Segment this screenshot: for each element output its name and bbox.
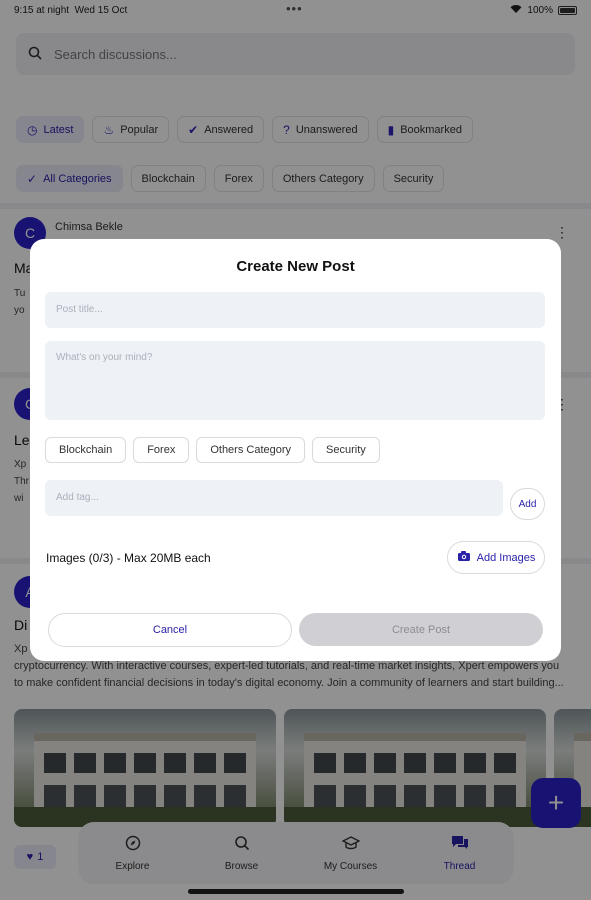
tag-suggestions: Blockchain Forex Others Category Securit… [45,437,380,463]
modal-title: Create New Post [236,258,355,275]
tag-security[interactable]: Security [312,437,380,463]
create-post-modal: Create New Post Post title... What's on … [30,239,561,661]
create-post-button[interactable]: Create Post [299,613,543,646]
add-images-button[interactable]: Add Images [447,541,545,574]
tag-forex[interactable]: Forex [133,437,190,463]
post-title-input[interactable]: Post title... [45,292,545,328]
images-label: Images (0/3) - Max 20MB each [46,551,211,565]
tag-others-category[interactable]: Others Category [196,437,306,463]
cancel-button[interactable]: Cancel [48,613,292,647]
add-tag-button[interactable]: Add [510,488,545,520]
camera-plus-icon [457,550,471,565]
tag-blockchain[interactable]: Blockchain [45,437,127,463]
post-body-textarea[interactable]: What's on your mind? [45,341,545,420]
add-tag-input[interactable]: Add tag... [45,480,503,516]
